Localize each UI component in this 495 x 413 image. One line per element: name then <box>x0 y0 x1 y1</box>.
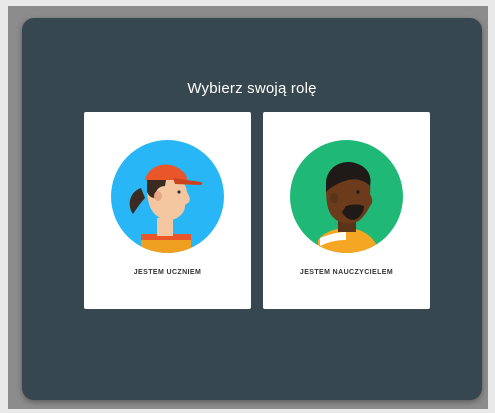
teacher-avatar-icon <box>290 140 403 253</box>
student-role-label: JESTEM UCZNIEM <box>133 269 202 276</box>
student-avatar-icon <box>111 140 224 253</box>
teacher-role-card[interactable]: JESTEM NAUCZYCIELEM <box>263 112 430 309</box>
teacher-role-label: JESTEM NAUCZYCIELEM <box>299 269 394 276</box>
dialog-title: Wybierz swoją rolę <box>187 80 317 97</box>
student-role-card[interactable]: JESTEM UCZNIEM <box>84 112 251 309</box>
role-selection-dialog: Wybierz swoją rolę JESTEM UCZNIEM JESTEM… <box>22 18 482 400</box>
